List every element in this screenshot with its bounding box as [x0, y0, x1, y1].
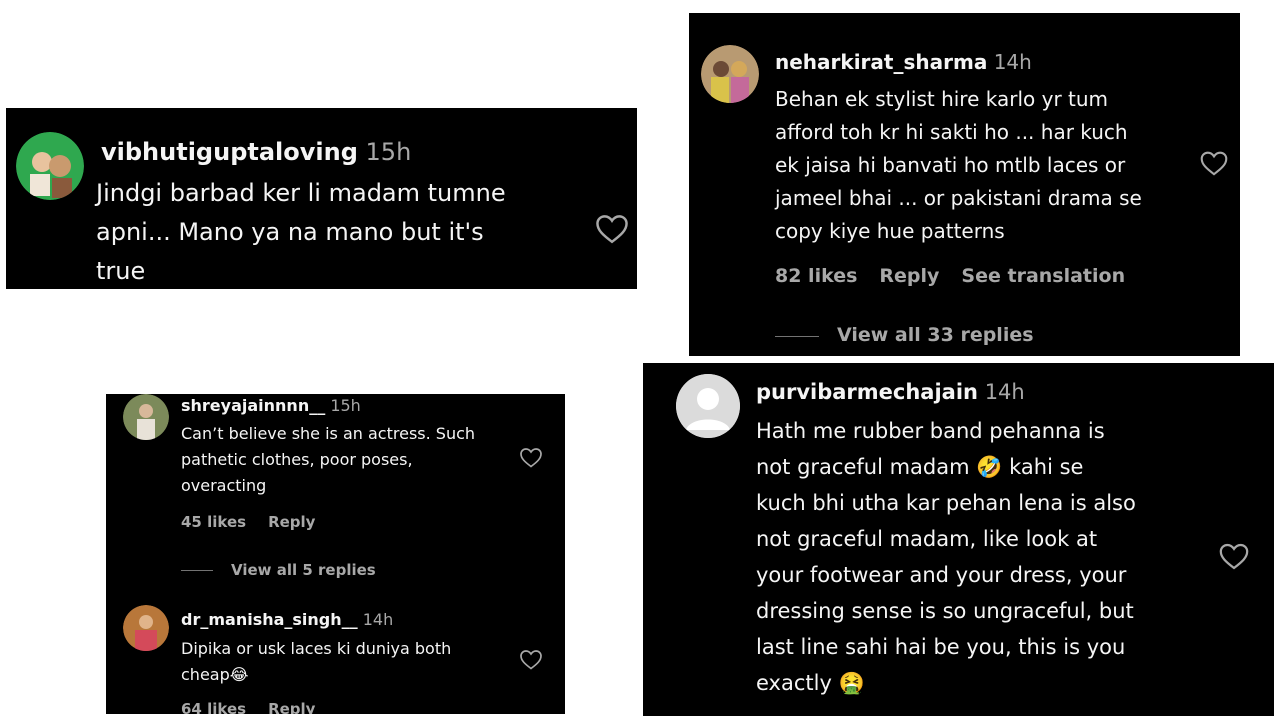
- comment-line: exactly: [756, 671, 832, 695]
- likes-count[interactable]: 64 likes: [181, 700, 246, 714]
- username[interactable]: dr_manisha_singh__: [181, 610, 358, 629]
- comment-header: neharkirat_sharma 14h: [775, 50, 1032, 74]
- reply-button[interactable]: Reply: [268, 513, 315, 531]
- username[interactable]: neharkirat_sharma: [775, 50, 987, 74]
- comment-card-group: shreyajainnnn__ 15h Can’t believe she is…: [106, 394, 565, 714]
- default-avatar-icon[interactable]: [676, 374, 740, 438]
- comment-meta: 64 likes Reply: [181, 700, 337, 714]
- reply-button[interactable]: Reply: [268, 700, 315, 714]
- likes-count[interactable]: 82 likes: [775, 265, 857, 287]
- avatar[interactable]: [123, 605, 169, 651]
- comment-text: Dipika or usk laces ki duniya both cheap…: [181, 636, 511, 688]
- timestamp: 14h: [362, 610, 394, 629]
- reply-button[interactable]: Reply: [879, 265, 939, 287]
- comment-text-body: Dipika or usk laces ki duniya both cheap: [181, 639, 452, 684]
- heart-outline-icon[interactable]: [1199, 149, 1229, 180]
- avatar[interactable]: [16, 132, 84, 200]
- vomiting-emoji-icon: 🤮: [838, 671, 865, 695]
- replies-divider: [181, 570, 213, 571]
- see-translation-button[interactable]: See translation: [961, 265, 1125, 287]
- view-replies-button[interactable]: View all 33 replies: [837, 324, 1034, 346]
- laughing-emoji-icon: 😂: [229, 665, 249, 684]
- avatar[interactable]: [701, 45, 759, 103]
- comment-card-purvibarmechajain: purvibarmechajain 14h Hath me rubber ban…: [643, 363, 1274, 716]
- comment-header: shreyajainnnn__ 15h: [181, 396, 361, 415]
- timestamp: 15h: [365, 138, 412, 166]
- comment-header: purvibarmechajain 14h: [756, 380, 1025, 404]
- username[interactable]: purvibarmechajain: [756, 380, 978, 404]
- comment-text: Jindgi barbad ker li madam tumne apni...…: [96, 179, 506, 285]
- comment-card-vibhutiguptaloving: vibhutiguptaloving 15h Jindgi barbad ker…: [6, 108, 637, 289]
- timestamp: 15h: [330, 396, 361, 415]
- comment-text: Can’t believe she is an actress. Such pa…: [181, 424, 476, 495]
- comment-line: not graceful madam: [756, 455, 970, 479]
- replies-divider: [775, 336, 819, 337]
- comment-card-neharkirat-sharma: neharkirat_sharma 14h Behan ek stylist h…: [689, 13, 1240, 356]
- comment-line: Hath me rubber band pehanna is: [756, 419, 1105, 443]
- heart-outline-icon[interactable]: [594, 212, 630, 248]
- comment-line: kuch bhi utha kar pehan lena is also not…: [756, 491, 1136, 659]
- heart-outline-icon[interactable]: [519, 446, 543, 472]
- heart-outline-icon[interactable]: [1218, 541, 1250, 574]
- username[interactable]: vibhutiguptaloving: [101, 138, 358, 166]
- username[interactable]: shreyajainnnn__: [181, 396, 325, 415]
- rolling-laughing-emoji-icon: 🤣: [976, 455, 1003, 479]
- comment-header: vibhutiguptaloving 15h: [101, 138, 411, 166]
- comment-meta: 82 likes Reply See translation: [775, 265, 1147, 287]
- comment-header: dr_manisha_singh__ 14h: [181, 610, 393, 629]
- timestamp: 14h: [993, 50, 1032, 74]
- heart-outline-icon[interactable]: [519, 648, 543, 674]
- avatar[interactable]: [123, 394, 169, 440]
- comment-text: Behan ek stylist hire karlo yr tum affor…: [775, 87, 1142, 243]
- likes-count[interactable]: 45 likes: [181, 513, 246, 531]
- comment-meta: 45 likes Reply: [181, 513, 337, 531]
- view-replies-button[interactable]: View all 5 replies: [231, 561, 376, 579]
- comment-line: kahi se: [1009, 455, 1084, 479]
- timestamp: 14h: [984, 380, 1025, 404]
- comment-text: Hath me rubber band pehanna is not grace…: [756, 413, 1216, 701]
